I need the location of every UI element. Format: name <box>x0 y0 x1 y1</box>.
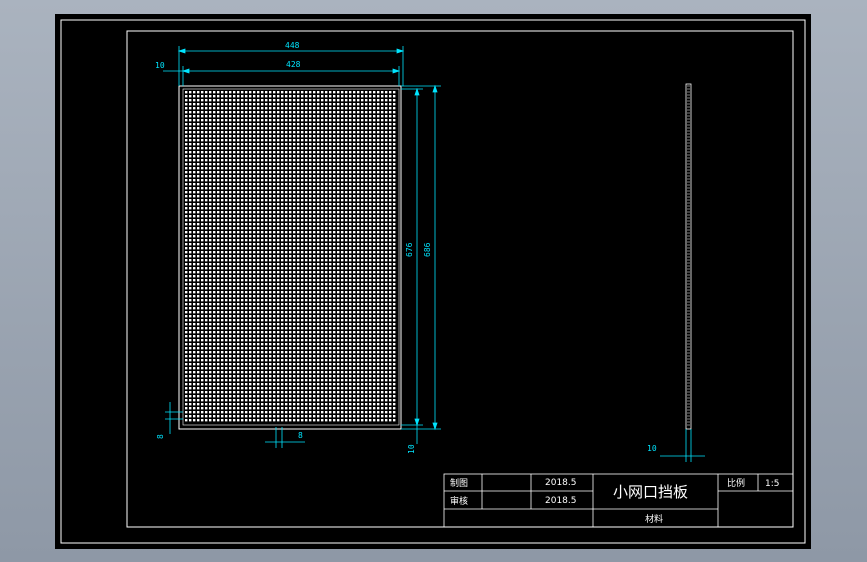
dim-hole-size: 8 <box>298 431 303 440</box>
cad-drawing-viewport[interactable]: 448 428 10 676 686 10 8 8 10 制图 2018.5 审… <box>55 14 811 549</box>
dim-side-thickness: 10 <box>647 444 657 453</box>
perforation-holes <box>185 91 396 422</box>
reviewer-label: 审核 <box>450 495 468 507</box>
drawing-sheet: 448 428 10 676 686 10 8 8 10 制图 2018.5 审… <box>60 19 806 544</box>
hole-grid <box>185 91 396 422</box>
drafter-label: 制图 <box>450 477 468 489</box>
outer-frame <box>60 19 806 544</box>
dim-overall-width: 448 <box>285 41 300 50</box>
drawing-title: 小网口挡板 <box>613 483 688 501</box>
material-label: 材料 <box>645 513 663 525</box>
dim-top-margin: 10 <box>155 61 165 70</box>
dim-hole-spacing: 8 <box>156 434 165 439</box>
dim-bottom-margin: 10 <box>407 444 416 454</box>
drafter-date: 2018.5 <box>545 478 577 488</box>
scale-label: 比例 <box>727 477 745 489</box>
dim-overall-height: 686 <box>423 242 432 257</box>
side-view <box>660 83 705 462</box>
reviewer-date: 2018.5 <box>545 496 577 506</box>
right-dimensions <box>401 84 441 444</box>
dim-inner-width: 428 <box>286 60 301 69</box>
plate-outline <box>178 85 402 430</box>
side-view-hatch-lines <box>687 85 690 426</box>
dim-inner-height: 676 <box>405 242 414 257</box>
side-view-hatching <box>687 85 690 426</box>
top-dimensions <box>163 46 405 86</box>
scale-value: 1:5 <box>765 479 779 489</box>
front-view <box>178 85 402 430</box>
